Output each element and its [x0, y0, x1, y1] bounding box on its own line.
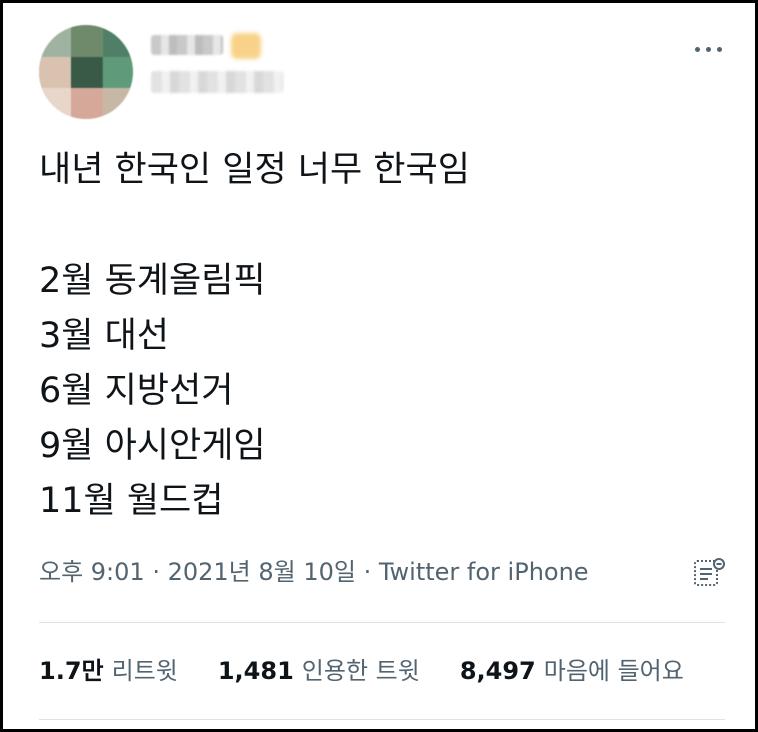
dot-icon — [716, 46, 722, 52]
more-horizontal-icon[interactable] — [691, 39, 725, 59]
meta-separator: · — [144, 558, 168, 586]
avatar-image — [39, 25, 133, 119]
tweet-line: 3월 대선 — [39, 316, 169, 356]
tweet-meta: 오후 9:01 · 2021년 8월 10일 · Twitter for iPh… — [39, 556, 589, 588]
tweet-line: 9월 아시안게임 — [39, 426, 266, 466]
user-avatar[interactable] — [39, 25, 133, 119]
badge-icon — [231, 33, 261, 59]
dot-icon — [694, 46, 700, 52]
tweet-date[interactable]: 2021년 8월 10일 — [168, 558, 356, 586]
analytics-icon[interactable] — [691, 555, 727, 591]
likes-stat[interactable]: 8,497 마음에 들어요 — [460, 655, 684, 687]
retweets-count: 1.7만 — [39, 657, 104, 685]
likes-label: 마음에 들어요 — [543, 657, 684, 685]
tweet-line: 내년 한국인 일정 너무 한국임 — [39, 150, 470, 190]
tweet-line: 6월 지방선거 — [39, 371, 234, 411]
tweet-text: 내년 한국인 일정 너무 한국임 2월 동계올림픽 3월 대선 6월 지방선거 … — [39, 143, 719, 529]
meta-separator: · — [355, 558, 379, 586]
likes-count: 8,497 — [459, 657, 536, 685]
tweet-line: 11월 월드컵 — [39, 481, 224, 521]
retweets-stat[interactable]: 1.7만 리트윗 — [39, 655, 178, 687]
tweet-stats: 1.7만 리트윗 1,481 인용한 트윗 8,497 마음에 들어요 — [39, 655, 684, 687]
divider — [39, 719, 725, 720]
display-name-blurred[interactable] — [151, 35, 223, 55]
user-handle-blurred[interactable] — [151, 71, 283, 93]
tweet-time[interactable]: 오후 9:01 — [39, 558, 145, 586]
retweets-label: 리트윗 — [111, 657, 178, 685]
tweet-source[interactable]: Twitter for iPhone — [379, 558, 589, 586]
divider — [39, 622, 725, 623]
dot-icon — [705, 46, 711, 52]
quotes-label: 인용한 트윗 — [301, 657, 420, 685]
quotes-count: 1,481 — [217, 657, 294, 685]
quotes-stat[interactable]: 1,481 인용한 트윗 — [218, 655, 420, 687]
tweet-line: 2월 동계올림픽 — [39, 261, 266, 301]
tweet-card: 내년 한국인 일정 너무 한국임 2월 동계올림픽 3월 대선 6월 지방선거 … — [0, 0, 758, 732]
